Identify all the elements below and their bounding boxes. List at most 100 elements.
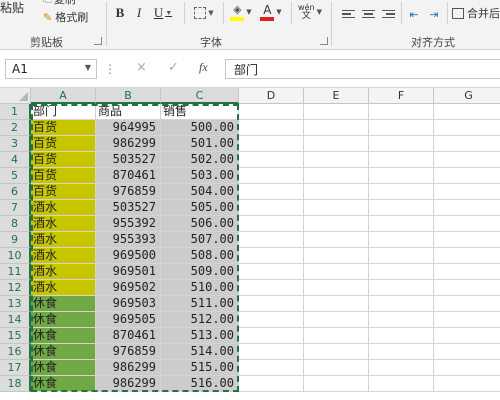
empty-cell[interactable] [304,232,369,248]
sales-cell[interactable]: 515.00 [161,360,239,376]
dept-cell[interactable]: 休食 [31,344,96,360]
align-left-button[interactable] [340,4,356,24]
empty-cell[interactable] [239,264,304,280]
empty-cell[interactable] [369,120,434,136]
column-header-d[interactable]: D [239,88,304,104]
dept-cell[interactable]: 休食 [31,296,96,312]
empty-cell[interactable] [304,248,369,264]
dept-cell[interactable]: 休食 [31,312,96,328]
empty-cell[interactable] [434,184,500,200]
cancel-icon[interactable]: × [136,60,147,75]
row-header-6[interactable]: 6 [0,184,31,200]
row-header-15[interactable]: 15 [0,328,31,344]
column-header-e[interactable]: E [304,88,369,104]
dept-cell[interactable]: 百货 [31,184,96,200]
sales-cell[interactable]: 513.00 [161,328,239,344]
sales-cell[interactable]: 511.00 [161,296,239,312]
column-header-b[interactable]: B [96,88,161,104]
row-header-18[interactable]: 18 [0,376,31,392]
empty-cell[interactable] [434,264,500,280]
sales-cell[interactable]: 514.00 [161,344,239,360]
empty-cell[interactable] [369,360,434,376]
empty-cell[interactable] [304,168,369,184]
empty-cell[interactable] [434,232,500,248]
empty-cell[interactable] [239,216,304,232]
empty-cell[interactable] [434,152,500,168]
empty-cell[interactable] [369,152,434,168]
row-header-1[interactable]: 1 [0,104,31,120]
header-cell[interactable]: 销售 [161,104,239,120]
italic-button[interactable]: I [131,3,147,23]
product-cell[interactable]: 986299 [96,360,161,376]
decrease-indent-button[interactable]: ⇤ [405,4,423,24]
empty-cell[interactable] [304,280,369,296]
insert-function-button[interactable]: fx [199,60,208,75]
chevron-down-icon[interactable]: ▼ [85,63,91,72]
dept-cell[interactable]: 百货 [31,120,96,136]
sales-cell[interactable]: 504.00 [161,184,239,200]
formula-input[interactable]: 部门 [225,59,500,79]
align-right-button[interactable] [380,4,396,24]
row-header-8[interactable]: 8 [0,216,31,232]
align-center-button[interactable] [360,4,376,24]
header-cell[interactable]: 部门 [31,104,96,120]
empty-cell[interactable] [369,248,434,264]
product-cell[interactable]: 955393 [96,232,161,248]
sales-cell[interactable]: 509.00 [161,264,239,280]
sales-cell[interactable]: 508.00 [161,248,239,264]
empty-cell[interactable] [434,296,500,312]
empty-cell[interactable] [239,120,304,136]
dept-cell[interactable]: 百货 [31,168,96,184]
empty-cell[interactable] [434,136,500,152]
font-launcher-icon[interactable] [320,37,328,45]
sales-cell[interactable]: 507.00 [161,232,239,248]
clipboard-launcher-icon[interactable] [94,37,102,45]
empty-cell[interactable] [369,216,434,232]
worksheet-grid[interactable]: A B C D E F G 1 2 3 4 5 6 7 8 9 10 11 12 13 14 15 16 17 18 部门 商品 销售… [0,88,500,400]
underline-button[interactable]: U ▼ [150,3,176,23]
product-cell[interactable]: 503527 [96,152,161,168]
row-header-10[interactable]: 10 [0,248,31,264]
product-cell[interactable]: 969503 [96,296,161,312]
empty-cell[interactable] [434,312,500,328]
dept-cell[interactable]: 酒水 [31,248,96,264]
empty-cell[interactable] [434,328,500,344]
empty-cell[interactable] [369,104,434,120]
empty-cell[interactable] [434,248,500,264]
sales-cell[interactable]: 502.00 [161,152,239,168]
borders-button[interactable]: ▼ [190,3,218,23]
empty-cell[interactable] [369,296,434,312]
empty-cell[interactable] [304,312,369,328]
formula-bar-grip-icon[interactable]: ⋮ [104,62,116,76]
copy-button[interactable]: ⎘ 复制 [43,0,76,8]
empty-cell[interactable] [304,328,369,344]
empty-cell[interactable] [434,120,500,136]
empty-cell[interactable] [239,184,304,200]
empty-cell[interactable] [239,168,304,184]
empty-cell[interactable] [239,328,304,344]
name-box[interactable]: A1 ▼ [5,59,97,79]
empty-cell[interactable] [304,200,369,216]
product-cell[interactable]: 969501 [96,264,161,280]
empty-cell[interactable] [304,264,369,280]
empty-cell[interactable] [239,296,304,312]
merge-center-button[interactable]: 合并后 [452,3,500,23]
dept-cell[interactable]: 百货 [31,152,96,168]
empty-cell[interactable] [434,200,500,216]
empty-cell[interactable] [239,376,304,392]
empty-cell[interactable] [239,312,304,328]
fill-color-button[interactable]: ◈ ▼ [228,2,254,22]
column-header-f[interactable]: F [369,88,434,104]
product-cell[interactable]: 976859 [96,184,161,200]
row-header-2[interactable]: 2 [0,120,31,136]
dept-cell[interactable]: 酒水 [31,232,96,248]
empty-cell[interactable] [304,360,369,376]
column-header-c[interactable]: C [161,88,239,104]
increase-indent-button[interactable]: ⇥ [425,4,443,24]
empty-cell[interactable] [369,184,434,200]
sales-cell[interactable]: 501.00 [161,136,239,152]
empty-cell[interactable] [369,232,434,248]
product-cell[interactable]: 870461 [96,168,161,184]
sales-cell[interactable]: 500.00 [161,120,239,136]
row-header-3[interactable]: 3 [0,136,31,152]
